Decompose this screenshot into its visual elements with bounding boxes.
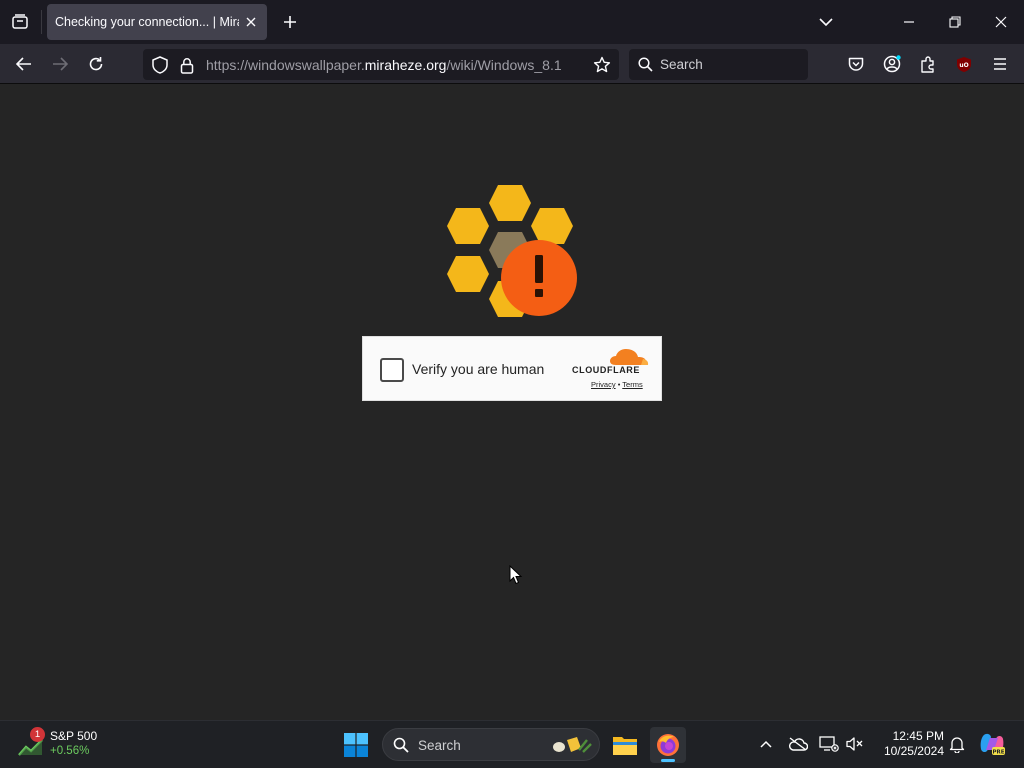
hexagon-top <box>489 185 531 221</box>
close-icon <box>995 16 1007 28</box>
copilot-button[interactable]: PRE <box>978 730 1006 758</box>
plus-icon <box>284 16 296 28</box>
taskbar-clock[interactable]: 12:45 PM 10/25/2024 <box>872 729 944 759</box>
chevron-up-icon <box>760 740 772 748</box>
ublock-origin-button[interactable]: uO <box>950 50 978 78</box>
pocket-button[interactable] <box>842 50 870 78</box>
pocket-icon <box>848 57 864 71</box>
close-window-button[interactable] <box>978 6 1024 38</box>
app-menu-button[interactable] <box>986 50 1014 78</box>
copilot-icon: PRE <box>980 733 1005 756</box>
stock-widget[interactable]: 1 S&P 500 +0.56% <box>18 727 108 763</box>
url-prefix: https://windowswallpaper. <box>206 57 365 73</box>
firefox-button[interactable] <box>650 727 686 763</box>
windows-start-icon <box>344 733 368 757</box>
links-separator: • <box>617 380 621 389</box>
terms-link[interactable]: Terms <box>622 380 642 389</box>
tab-list-button[interactable] <box>6 8 34 36</box>
file-explorer-icon <box>613 737 637 755</box>
forward-button[interactable] <box>46 50 74 78</box>
url-bar[interactable]: https://windowswallpaper.miraheze.org/wi… <box>143 49 619 80</box>
svg-text:PRE: PRE <box>992 750 1004 756</box>
challenge-honeycomb-icon <box>447 185 577 317</box>
list-all-tabs-button[interactable] <box>803 6 849 38</box>
account-icon <box>883 55 901 73</box>
firefox-icon <box>657 734 679 756</box>
extensions-icon <box>921 55 934 73</box>
app-running-indicator <box>661 759 675 762</box>
verify-human-label: Verify you are human <box>412 361 545 377</box>
minimize-button[interactable] <box>886 6 932 38</box>
volume-button[interactable] <box>844 733 866 755</box>
tracking-protection-button[interactable] <box>150 55 170 75</box>
lock-icon <box>180 57 194 74</box>
search-bar[interactable]: Search <box>629 49 808 80</box>
onedrive-icon <box>789 737 808 751</box>
cloudflare-cloud-icon <box>610 349 649 365</box>
menu-icon <box>994 58 1006 70</box>
chevron-down-icon <box>819 18 833 27</box>
stock-name: S&P 500 <box>50 729 98 743</box>
taskbar-search[interactable]: Search <box>382 728 600 761</box>
cloudflare-links: Privacy • Terms <box>591 380 643 389</box>
back-button[interactable] <box>10 50 38 78</box>
site-info-button[interactable] <box>177 55 197 75</box>
network-button[interactable] <box>818 733 840 755</box>
volume-icon <box>846 737 863 751</box>
hexagon-lower-left <box>447 256 489 292</box>
reload-icon <box>89 57 103 71</box>
privacy-link[interactable]: Privacy <box>591 380 616 389</box>
tab-bar: Checking your connection... | Miraheze <box>0 0 1024 44</box>
page-content: Verify you are human CLOUDFLARE Privacy … <box>0 85 1024 720</box>
mouse-cursor-icon <box>509 565 523 585</box>
search-highlight-icon <box>553 737 592 753</box>
cloudflare-wordmark: CLOUDFLARE <box>572 365 640 375</box>
shield-icon <box>152 56 168 74</box>
url-path: /wiki/Windows_8.1 <box>446 57 562 73</box>
start-button[interactable] <box>340 729 372 761</box>
search-icon <box>638 57 653 72</box>
windows-taskbar: 1 S&P 500 +0.56% Search 12:45 PM 10/25/2… <box>0 720 1024 768</box>
ublock-icon: uO <box>957 56 971 72</box>
onedrive-button[interactable] <box>787 733 809 755</box>
svg-text:uO: uO <box>959 62 968 69</box>
network-icon <box>819 736 839 752</box>
account-button[interactable] <box>878 50 906 78</box>
star-icon <box>593 56 611 73</box>
tab-separator <box>41 10 42 34</box>
extensions-button[interactable] <box>914 50 942 78</box>
search-placeholder: Search <box>660 57 703 72</box>
notifications-button[interactable] <box>946 733 968 755</box>
url-text: https://windowswallpaper.miraheze.org/wi… <box>206 57 562 73</box>
reload-button[interactable] <box>82 50 110 78</box>
forward-icon <box>53 57 68 71</box>
taskbar-search-label: Search <box>418 738 461 753</box>
search-icon <box>393 737 409 753</box>
tab-title: Checking your connection... | Miraheze <box>55 15 239 29</box>
notification-badge: 1 <box>30 727 45 742</box>
clock-date: 10/25/2024 <box>883 744 944 758</box>
close-icon <box>246 17 256 27</box>
show-hidden-icons-button[interactable] <box>755 733 777 755</box>
minimize-icon <box>904 21 914 23</box>
verify-human-checkbox[interactable] <box>380 358 404 382</box>
navigation-toolbar: https://windowswallpaper.miraheze.org/wi… <box>0 44 1024 84</box>
clock-time: 12:45 PM <box>892 729 944 743</box>
tab-active[interactable]: Checking your connection... | Miraheze <box>47 4 267 40</box>
stock-change: +0.56% <box>50 745 90 757</box>
hexagon-upper-left <box>447 208 489 244</box>
file-explorer-button[interactable] <box>607 727 643 763</box>
url-host: miraheze.org <box>364 57 447 73</box>
bookmark-button[interactable] <box>592 55 612 75</box>
back-icon <box>16 57 31 71</box>
tab-close-button[interactable] <box>241 12 261 32</box>
new-tab-button[interactable] <box>278 9 302 35</box>
cloudflare-turnstile-widget: Verify you are human CLOUDFLARE Privacy … <box>362 336 662 401</box>
tab-list-icon <box>12 14 28 29</box>
restore-icon <box>949 16 961 28</box>
bell-icon <box>949 737 965 753</box>
restore-button[interactable] <box>932 6 978 38</box>
hexagon-upper-right <box>531 208 573 244</box>
